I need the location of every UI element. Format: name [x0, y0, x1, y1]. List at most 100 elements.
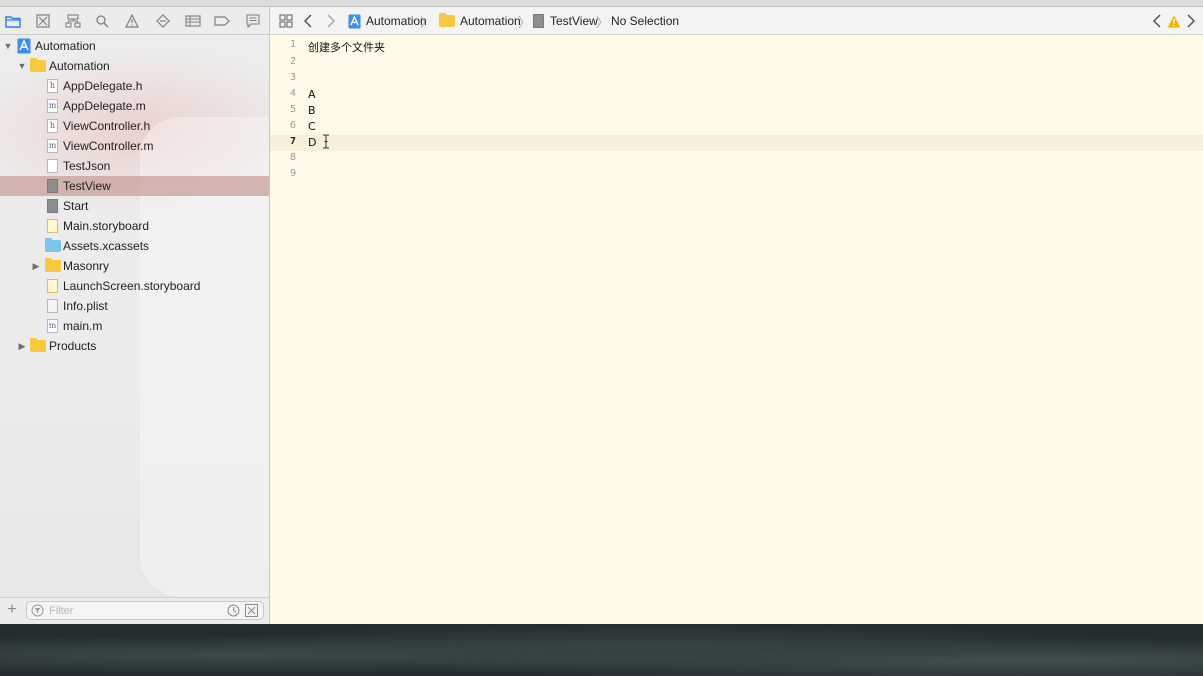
find-navigator-icon[interactable] [93, 12, 111, 30]
go-forward-icon[interactable] [326, 7, 336, 35]
tree-item-label: Products [49, 339, 97, 353]
navigator-filter-bar: + [0, 597, 269, 624]
code-line[interactable]: C [308, 120, 316, 133]
tree-item-label: Start [63, 199, 89, 213]
folder-icon [439, 13, 455, 27]
tree-item-project[interactable]: ▼ Automation [0, 36, 269, 56]
header-file-icon: h [47, 79, 61, 95]
text-file-icon [47, 179, 61, 195]
implementation-file-icon: m [47, 139, 61, 155]
desktop-background [0, 624, 1203, 676]
breadcrumb-file[interactable]: TestView [533, 7, 598, 35]
implementation-file-icon: m [47, 99, 61, 115]
file-tree: ▼ Automation ▼ Automation h AppDelegate.… [0, 36, 269, 356]
tree-item-label: TestView [63, 179, 111, 193]
tree-item-file[interactable]: h ViewController.h [0, 116, 269, 136]
text-file-icon [47, 199, 61, 215]
breadcrumb-label: No Selection [611, 14, 680, 28]
tree-item-file[interactable]: LaunchScreen.storyboard [0, 276, 269, 296]
tree-item-file[interactable]: Start [0, 196, 269, 216]
source-control-filter-icon[interactable] [245, 604, 258, 620]
filter-funnel-icon[interactable] [31, 604, 44, 620]
breadcrumb-separator-icon: 〉 [596, 14, 610, 30]
project-navigator-icon[interactable] [4, 12, 22, 30]
text-file-icon [533, 14, 544, 28]
disclosure-expanded-icon[interactable]: ▼ [3, 41, 13, 51]
tree-item-folder[interactable]: ▶ Products [0, 336, 269, 356]
tree-item-file[interactable]: m ViewController.m [0, 136, 269, 156]
symbol-navigator-icon[interactable] [64, 12, 82, 30]
source-editor: Automation 〉 Automation 〉 TestView 〉 No … [270, 7, 1203, 624]
filter-input[interactable] [49, 603, 219, 618]
xcode-project-icon [348, 14, 361, 29]
disclosure-collapsed-icon[interactable]: ▶ [17, 341, 27, 351]
asset-catalog-icon [45, 238, 61, 256]
code-line[interactable]: B [308, 104, 316, 117]
line-number: 5 [289, 104, 296, 115]
tree-item-label: Masonry [63, 259, 110, 273]
current-line-highlight [270, 135, 1203, 151]
line-number: 1 [289, 39, 296, 50]
folder-icon [45, 258, 61, 276]
breadcrumb-separator-icon: 〉 [420, 14, 434, 30]
disclosure-collapsed-icon[interactable]: ▶ [31, 261, 41, 271]
tree-item-file[interactable]: h AppDelegate.h [0, 76, 269, 96]
tree-item-label: LaunchScreen.storyboard [63, 279, 201, 293]
breadcrumb-separator-icon: 〉 [518, 14, 532, 30]
line-number: 2 [289, 56, 296, 67]
disclosure-expanded-icon[interactable]: ▼ [17, 61, 27, 71]
tree-item-folder[interactable]: ▼ Automation [0, 56, 269, 76]
implementation-file-icon: m [47, 319, 61, 335]
breadcrumb-label: Automation [460, 14, 521, 28]
tree-item-label: Info.plist [63, 299, 108, 313]
next-issue-icon[interactable] [1186, 7, 1196, 35]
source-control-icon[interactable] [34, 12, 52, 30]
related-items-icon[interactable] [279, 7, 293, 35]
navigator-tab-bar [0, 7, 269, 35]
add-icon[interactable]: + [5, 602, 19, 618]
breadcrumb-label: Automation [366, 14, 427, 28]
tree-item-file[interactable]: TestJson [0, 156, 269, 176]
window-top-edge [0, 0, 1203, 7]
plist-file-icon [47, 299, 61, 315]
filter-field [26, 601, 264, 620]
tree-item-label: Automation [49, 59, 110, 73]
tree-item-label: main.m [63, 319, 103, 333]
line-number: 8 [289, 152, 296, 163]
tree-item-file[interactable]: Info.plist [0, 296, 269, 316]
line-number: 6 [289, 120, 296, 131]
tree-item-label: Main.storyboard [63, 219, 150, 233]
folder-icon [30, 338, 46, 356]
tree-item-label: Assets.xcassets [63, 239, 150, 253]
tree-item-file[interactable]: Main.storyboard [0, 216, 269, 236]
tree-item-label: ViewController.h [63, 119, 151, 133]
xcode-project-icon [17, 38, 31, 54]
test-navigator-icon[interactable] [154, 12, 172, 30]
storyboard-file-icon [47, 219, 61, 235]
tree-item-label: Automation [35, 39, 96, 53]
debug-navigator-icon[interactable] [184, 12, 202, 30]
code-line[interactable]: 创建多个文件夹 [308, 39, 385, 55]
header-file-icon: h [47, 119, 61, 135]
breadcrumb-project[interactable]: Automation [348, 7, 427, 35]
line-number: 3 [289, 72, 296, 83]
tree-item-folder[interactable]: ▶ Masonry [0, 256, 269, 276]
code-line[interactable]: D [308, 136, 316, 149]
code-line[interactable]: A [308, 88, 316, 101]
tree-item-file[interactable]: m AppDelegate.m [0, 96, 269, 116]
tree-item-file-selected[interactable]: TestView [0, 176, 269, 196]
tree-item-file[interactable]: Assets.xcassets [0, 236, 269, 256]
issue-navigator-icon[interactable] [123, 12, 141, 30]
previous-issue-icon[interactable] [1152, 7, 1162, 35]
breadcrumb-symbol[interactable]: No Selection [611, 7, 679, 35]
go-back-icon[interactable] [303, 7, 313, 35]
recent-files-clock-icon[interactable] [227, 604, 240, 620]
tree-item-file[interactable]: m main.m [0, 316, 269, 336]
breakpoint-navigator-icon[interactable] [213, 12, 231, 30]
report-navigator-icon[interactable] [244, 12, 262, 30]
storyboard-file-icon [47, 279, 61, 295]
warning-icon[interactable] [1167, 7, 1181, 35]
tree-item-label: AppDelegate.m [63, 99, 146, 113]
line-number-current: 7 [289, 136, 296, 147]
breadcrumb-group[interactable]: Automation [439, 7, 521, 35]
